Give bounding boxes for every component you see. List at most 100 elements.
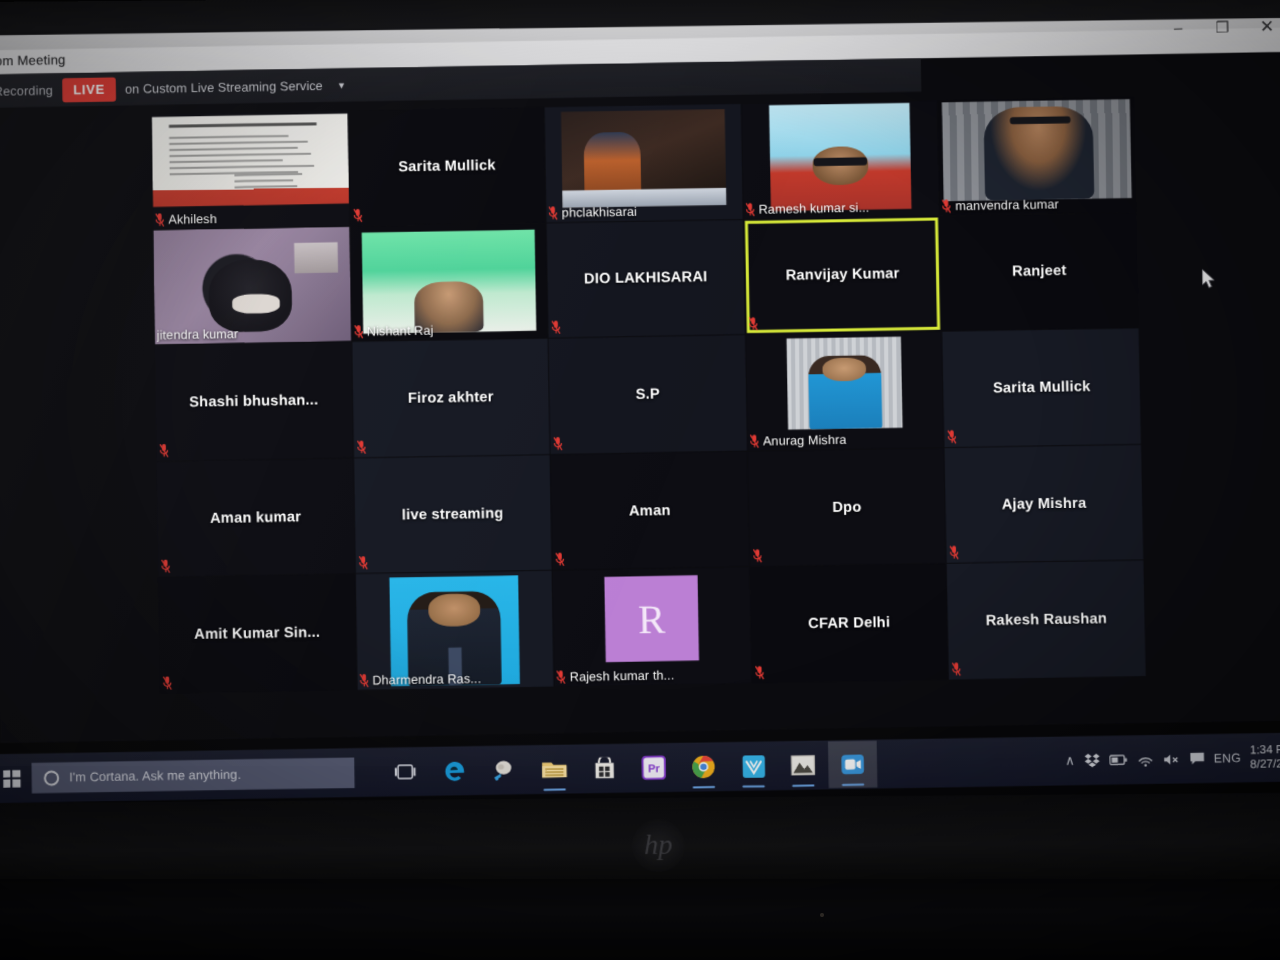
participant-tile[interactable]: Aman kumar [156,458,355,577]
participant-video [768,103,912,212]
participant-tile[interactable]: R Rajesh kumar th... [552,567,752,687]
participant-tile[interactable]: jitendra kumar [153,226,351,345]
participant-tile[interactable]: Sarita Mullick [942,328,1141,447]
mic-muted-icon-corner [753,549,762,563]
participant-name: phclakhisarai [561,204,638,220]
taskbar-icon-photos[interactable] [778,741,828,789]
cortana-search-box[interactable]: I'm Cortana. Ask me anything. [31,757,355,794]
mic-muted-icon-corner [358,556,367,570]
mic-muted-icon-corner [555,552,564,567]
battery-icon[interactable] [1109,754,1128,767]
show-hidden-icons-chevron[interactable]: ∧ [1065,753,1075,769]
mic-muted-icon [553,436,563,450]
action-center-icon[interactable] [1189,751,1205,765]
mic-muted-icon-corner [947,429,957,444]
participant-video [786,336,903,431]
participant-tile[interactable]: manvendra kumar [938,96,1137,216]
participant-tile[interactable]: Akhilesh [151,110,350,229]
mic-muted-icon-corner [353,208,363,223]
svg-text:Pr: Pr [648,763,661,775]
taskbar-icon-microsoft-store[interactable] [579,745,628,793]
volume-muted-icon[interactable] [1163,752,1181,766]
mic-muted-icon-corner [356,439,366,454]
live-badge[interactable]: LIVE [61,76,117,103]
mouse-cursor [1202,268,1216,289]
participant-tile[interactable]: Dpo [747,448,947,567]
mic-muted-icon [947,429,957,444]
mic-muted-icon [359,673,368,687]
participant-tile[interactable]: Amit Kumar Sin... [158,574,357,694]
participant-name: Dpo [832,498,862,516]
mic-muted-icon [555,552,564,567]
participant-tile[interactable]: Anurag Mishra [745,331,944,451]
maximize-button[interactable]: ❐ [1199,14,1246,41]
taskbar-icon-chrome[interactable] [679,743,729,791]
participant-tile[interactable]: Aman [550,451,749,571]
mic-muted-icon [556,670,565,684]
participant-name-strip: Rajesh kumar th... [556,668,675,684]
participant-tile[interactable]: DIO LAKHISARAI [546,219,745,338]
taskbar-icon-cortana-app[interactable] [480,746,529,794]
participant-tile[interactable]: Firoz akhter [351,338,550,458]
participant-name: Aman [628,502,671,520]
participant-tile[interactable]: Ranjeet [940,212,1139,331]
mic-muted-icon-corner [748,317,758,331]
clock-date: 8/27/20 [1250,758,1280,772]
participant-tile[interactable]: Sarita Mullick [348,107,546,226]
participant-tile[interactable]: Shashi bhushan... [154,342,353,461]
mic-muted-icon [748,317,758,331]
participant-tile[interactable]: Ajay Mishra [944,444,1144,564]
participant-tile[interactable]: Dharmendra Ras... [355,571,554,690]
participant-name: Shashi bhushan... [189,392,319,411]
participant-name-strip: Anurag Mishra [749,432,847,448]
close-button[interactable]: ✕ [1243,14,1280,41]
participant-tile[interactable]: live streaming [353,454,552,574]
mic-muted-icon-corner [163,676,172,690]
clock-time: 1:34 P [1249,743,1280,757]
participant-tile[interactable]: Nishant Raj [350,222,548,342]
participant-name: Ranjeet [1012,263,1067,281]
taskbar-icon-task-view[interactable] [380,748,429,796]
taskbar-icon-blue-app[interactable] [729,742,779,790]
wifi-icon[interactable] [1136,753,1154,767]
participant-video [388,575,521,686]
mic-muted-icon-corner [161,559,171,574]
mic-muted-icon [551,320,561,335]
taskbar-icon-edge[interactable] [430,747,479,795]
participant-tile[interactable]: CFAR Delhi [749,564,949,684]
language-indicator[interactable]: ENG [1214,751,1242,766]
participant-name: Ranvijay Kumar [785,266,900,285]
participant-name: live streaming [401,505,504,524]
participant-tile[interactable]: Ramesh kumar si... [741,100,940,219]
participant-tile[interactable]: Rakesh Raushan [947,560,1146,680]
participant-tile[interactable]: S.P [548,335,747,454]
zoom-meeting-window: Recording LIVE on Custom Live Streaming … [0,51,1280,743]
participant-name-strip: jitendra kumar [157,327,239,343]
participant-video [361,230,536,335]
mic-muted-icon [745,202,755,217]
mic-muted-icon [353,325,363,339]
participant-name-strip: phclakhisarai [549,204,637,220]
chevron-down-icon[interactable]: ▼ [337,80,346,90]
mic-muted-icon [155,212,165,227]
start-button[interactable] [0,754,29,803]
participant-name: manvendra kumar [955,196,1059,213]
mic-muted-icon-corner [755,666,764,680]
taskbar-icon-premiere-pro[interactable]: Pr [629,744,678,792]
clock[interactable]: 1:34 P 8/27/20 [1250,743,1280,773]
participant-tile[interactable]: Ranvijay Kumar [743,216,942,335]
windows-taskbar: I'm Cortana. Ask me anything. Pr ∧ ENG 1… [0,732,1280,804]
participant-name: Rakesh Raushan [985,610,1108,630]
system-tray: ∧ ENG 1:34 P 8/27/20 [1065,742,1280,775]
participant-name: Amit Kumar Sin... [194,624,321,644]
minimize-button[interactable]: – [1155,14,1202,41]
taskbar-icon-zoom[interactable] [827,740,878,789]
mic-muted-icon [753,549,762,563]
participant-name-strip: Nishant Raj [353,324,434,340]
windows-logo-icon [2,769,21,788]
mic-muted-icon [159,443,169,457]
taskbar-icon-file-explorer[interactable] [530,746,579,794]
participant-tile[interactable]: phclakhisarai [544,103,743,222]
dropbox-icon[interactable] [1084,753,1101,769]
taskbar-app-icons: Pr [380,740,878,796]
